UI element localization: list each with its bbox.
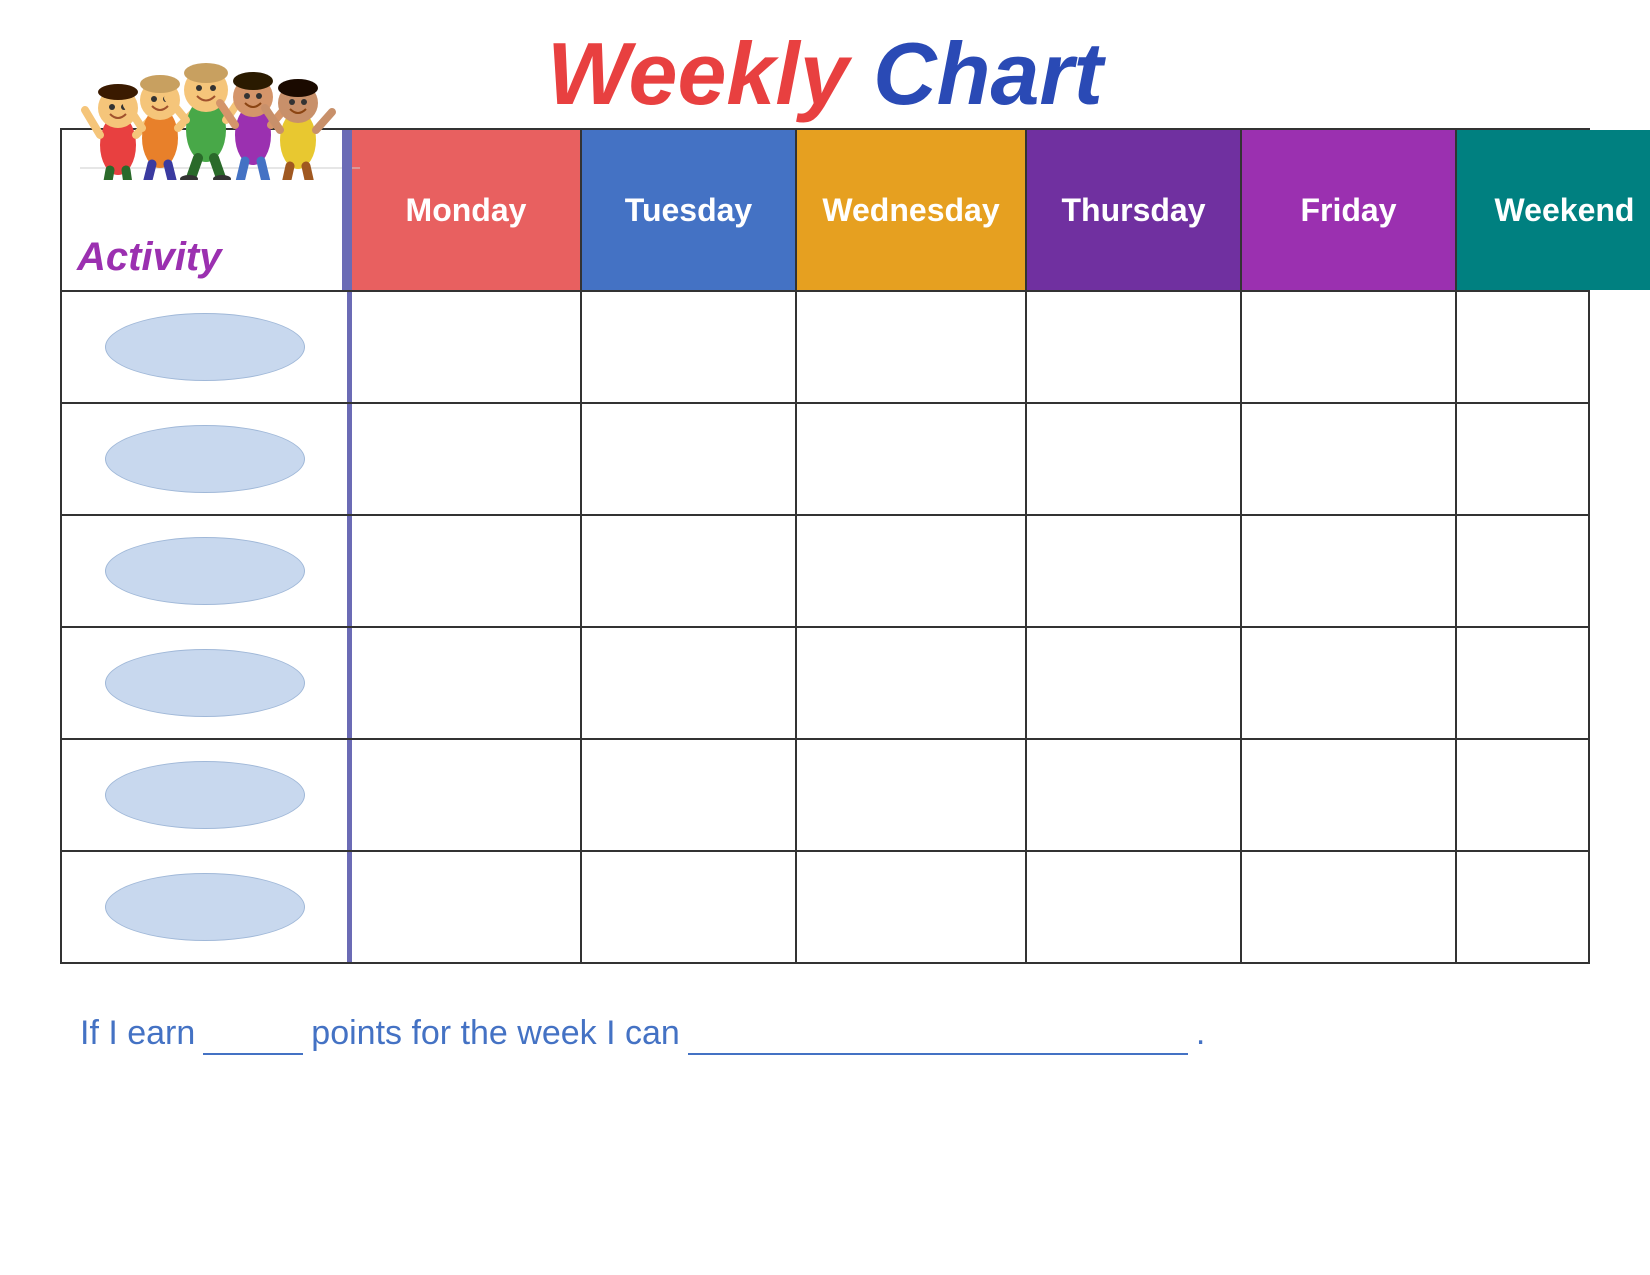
wednesday-cell-1 [797, 292, 1027, 402]
tuesday-cell-4 [582, 628, 797, 738]
weekend-cell-2 [1457, 404, 1650, 514]
weekend-cell-1 [1457, 292, 1650, 402]
table-row [62, 404, 1588, 516]
friday-cell-1 [1242, 292, 1457, 402]
tuesday-cell-6 [582, 852, 797, 962]
header-tuesday: Tuesday [582, 130, 797, 290]
monday-cell-1 [352, 292, 582, 402]
weekend-cell-5 [1457, 740, 1650, 850]
thursday-cell-4 [1027, 628, 1242, 738]
weekly-chart: Activity Monday Tuesday Wednesday Thursd… [60, 128, 1590, 964]
footer-text-end: . [1196, 1014, 1205, 1053]
table-row [62, 628, 1588, 740]
weekend-cell-4 [1457, 628, 1650, 738]
footer-blank-short[interactable] [203, 1014, 303, 1055]
header-weekend: Weekend [1457, 130, 1650, 290]
activity-oval-cell-1 [62, 292, 352, 402]
thursday-cell-5 [1027, 740, 1242, 850]
weekend-cell-3 [1457, 516, 1650, 626]
chart-body [62, 292, 1588, 962]
table-row [62, 516, 1588, 628]
activity-oval-5 [105, 761, 305, 829]
table-row [62, 740, 1588, 852]
title-area: Weekly Chart [60, 30, 1590, 118]
monday-cell-6 [352, 852, 582, 962]
tuesday-cell-1 [582, 292, 797, 402]
wednesday-cell-4 [797, 628, 1027, 738]
wednesday-cell-2 [797, 404, 1027, 514]
friday-cell-2 [1242, 404, 1457, 514]
activity-oval-cell-3 [62, 516, 352, 626]
footer-text-middle: points for the week I can [311, 1014, 680, 1053]
activity-header-cell: Activity [62, 130, 352, 290]
thursday-cell-2 [1027, 404, 1242, 514]
friday-cell-3 [1242, 516, 1457, 626]
chart-header: Activity Monday Tuesday Wednesday Thursd… [62, 130, 1588, 292]
activity-oval-1 [105, 313, 305, 381]
header-wednesday: Wednesday [797, 130, 1027, 290]
title-chart: Chart [873, 24, 1103, 123]
friday-cell-6 [1242, 852, 1457, 962]
activity-oval-3 [105, 537, 305, 605]
monday-cell-5 [352, 740, 582, 850]
footer-blank-long[interactable] [688, 1014, 1188, 1055]
header-friday: Friday [1242, 130, 1457, 290]
activity-oval-cell-6 [62, 852, 352, 962]
header-thursday: Thursday [1027, 130, 1242, 290]
tuesday-cell-3 [582, 516, 797, 626]
activity-oval-cell-5 [62, 740, 352, 850]
footer-sentence: If I earn points for the week I can . [80, 1014, 1590, 1055]
activity-oval-cell-2 [62, 404, 352, 514]
friday-cell-4 [1242, 628, 1457, 738]
title-weekly: Weekly [547, 24, 849, 123]
wednesday-cell-5 [797, 740, 1027, 850]
wednesday-cell-6 [797, 852, 1027, 962]
footer-text-before: If I earn [80, 1014, 195, 1053]
activity-oval-cell-4 [62, 628, 352, 738]
table-row [62, 852, 1588, 962]
tuesday-cell-2 [582, 404, 797, 514]
table-row [62, 292, 1588, 404]
weekend-cell-6 [1457, 852, 1650, 962]
friday-cell-5 [1242, 740, 1457, 850]
thursday-cell-1 [1027, 292, 1242, 402]
tuesday-cell-5 [582, 740, 797, 850]
activity-oval-2 [105, 425, 305, 493]
thursday-cell-6 [1027, 852, 1242, 962]
header-monday: Monday [352, 130, 582, 290]
activity-oval-4 [105, 649, 305, 717]
monday-cell-4 [352, 628, 582, 738]
footer-area: If I earn points for the week I can . [60, 1014, 1590, 1055]
activity-label: Activity [77, 235, 222, 280]
monday-cell-3 [352, 516, 582, 626]
monday-cell-2 [352, 404, 582, 514]
activity-oval-6 [105, 873, 305, 941]
wednesday-cell-3 [797, 516, 1027, 626]
thursday-cell-3 [1027, 516, 1242, 626]
